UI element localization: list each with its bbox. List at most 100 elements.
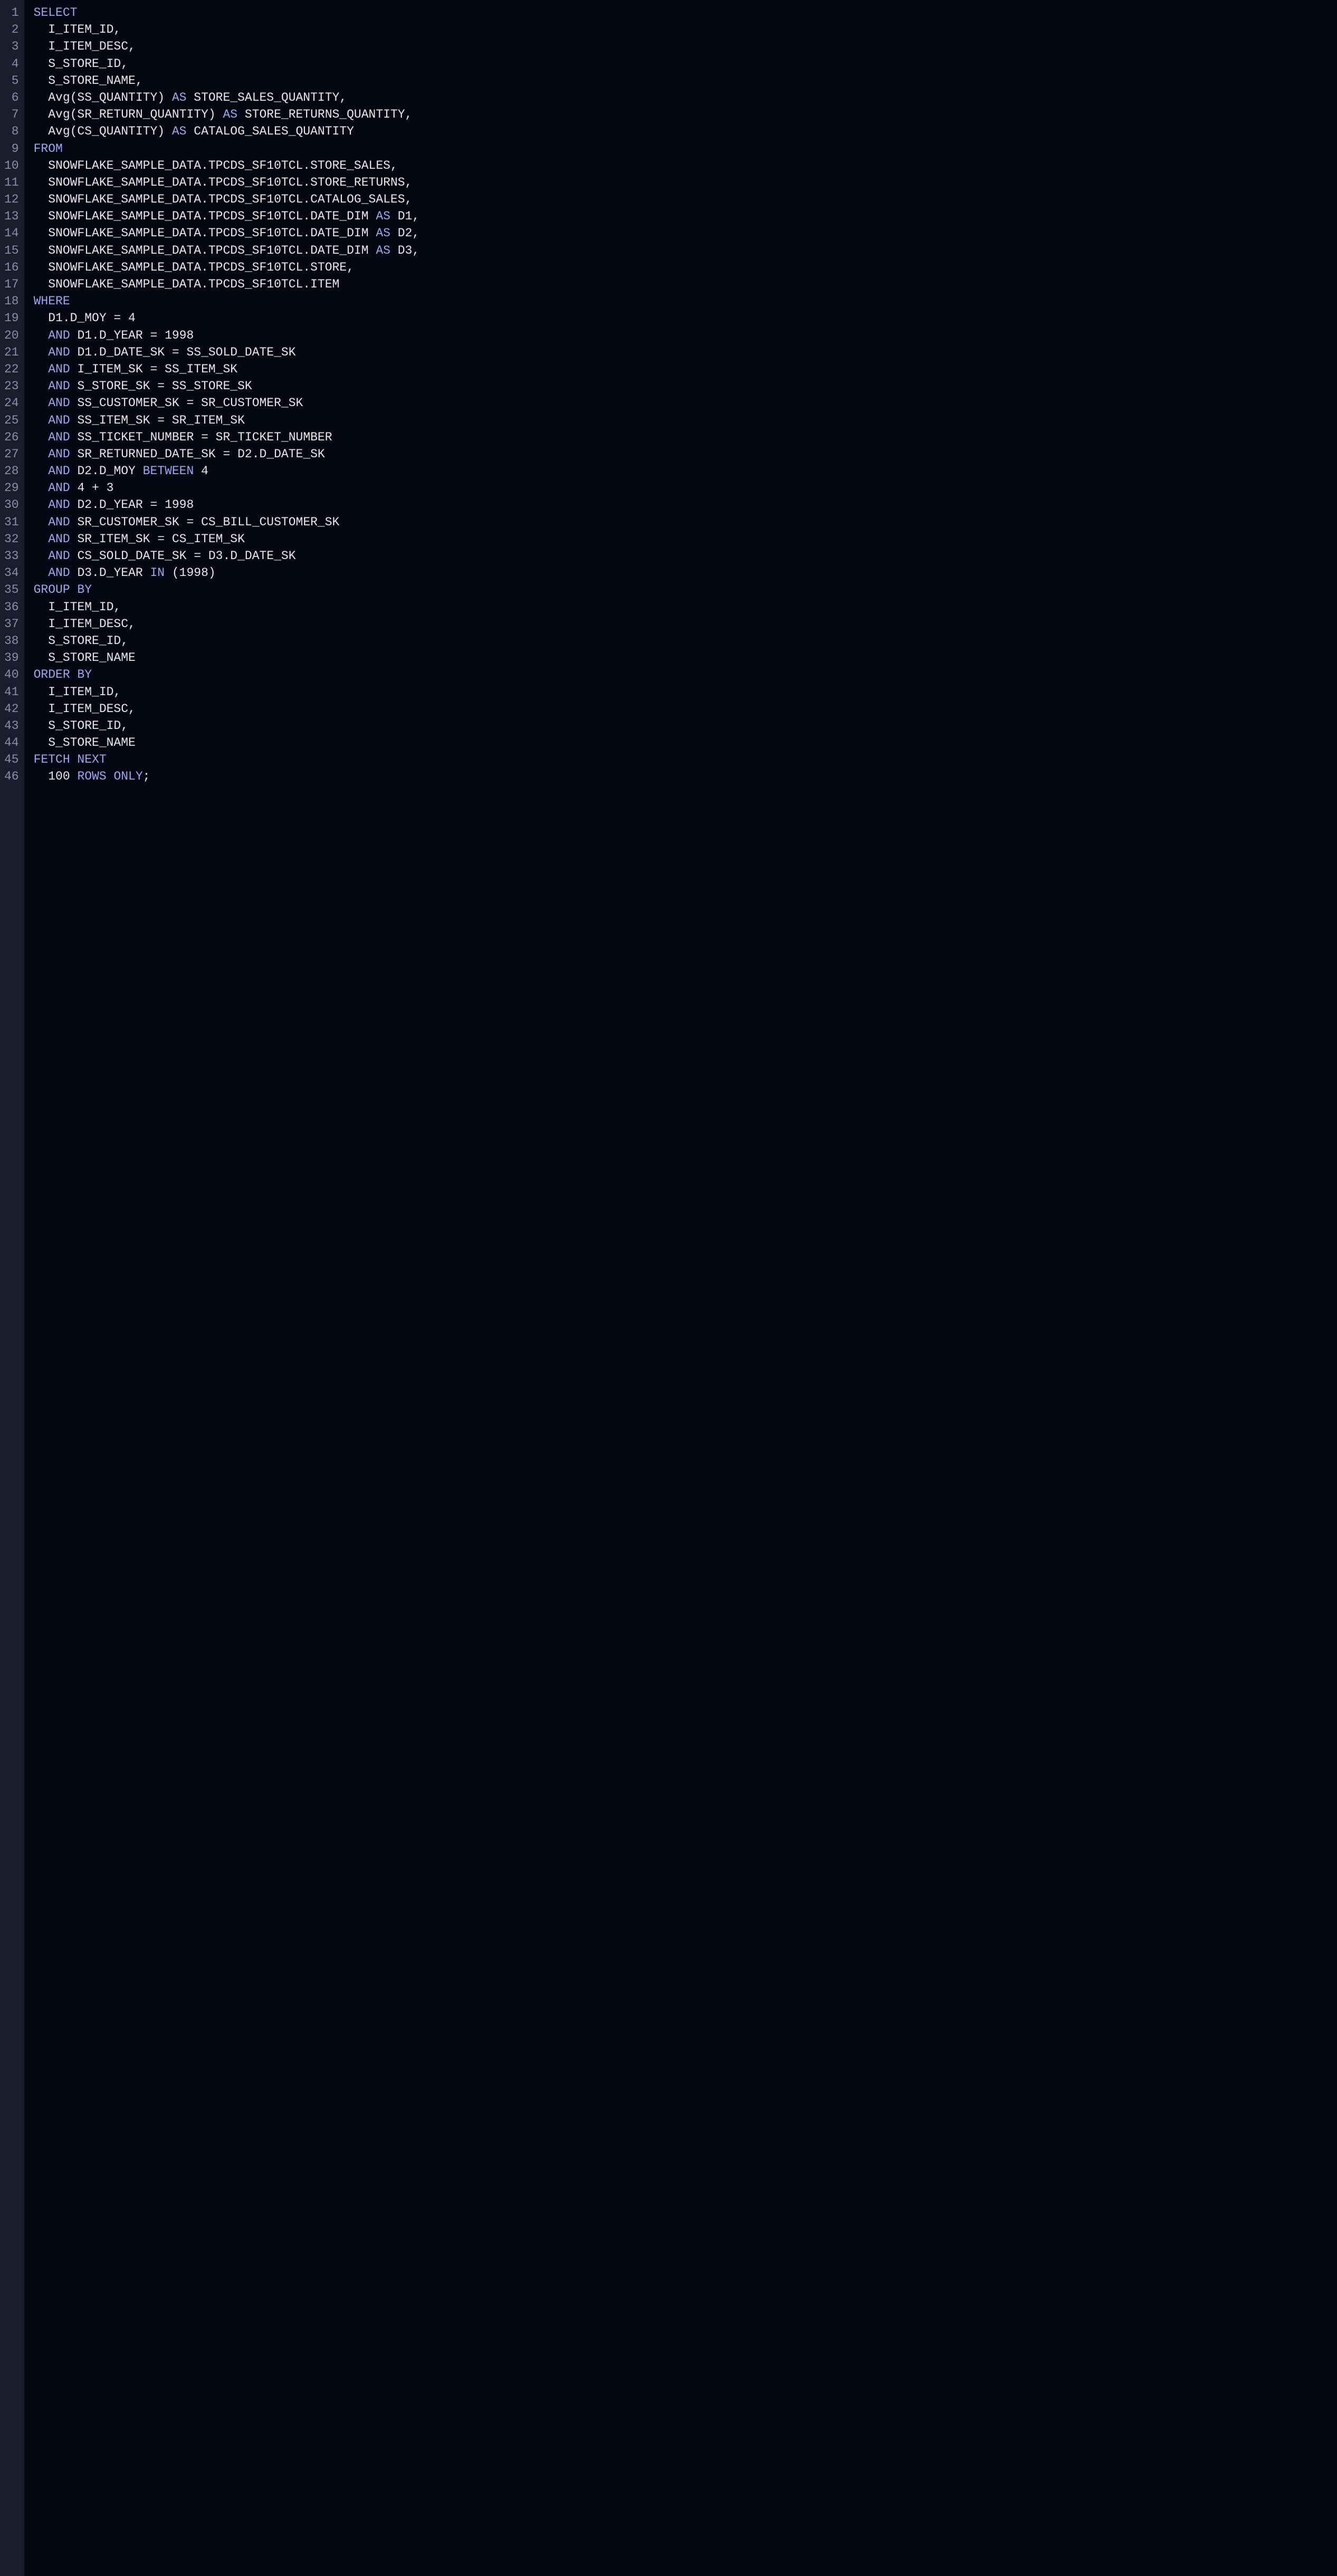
code-line[interactable]: AND D1.D_YEAR = 1998 (34, 327, 1337, 344)
line-number: 1 (4, 4, 19, 21)
code-line[interactable]: AND D1.D_DATE_SK = SS_SOLD_DATE_SK (34, 344, 1337, 361)
code-line[interactable]: AND SR_RETURNED_DATE_SK = D2.D_DATE_SK (34, 446, 1337, 463)
code-line[interactable]: SNOWFLAKE_SAMPLE_DATA.TPCDS_SF10TCL.DATE… (34, 242, 1337, 259)
line-number: 18 (4, 293, 19, 310)
code-line[interactable]: I_ITEM_DESC, (34, 616, 1337, 632)
code-line[interactable]: Avg(SS_QUANTITY) AS STORE_SALES_QUANTITY… (34, 89, 1337, 106)
code-line[interactable]: GROUP BY (34, 581, 1337, 598)
sql-keyword: AND (48, 430, 70, 444)
line-number: 26 (4, 429, 19, 446)
code-line[interactable]: AND D2.D_YEAR = 1998 (34, 496, 1337, 513)
code-line[interactable]: Avg(SR_RETURN_QUANTITY) AS STORE_RETURNS… (34, 106, 1337, 123)
sql-text: SS_CUSTOMER_SK = SR_CUSTOMER_SK (70, 396, 303, 410)
sql-text: ; (143, 770, 150, 783)
line-number: 23 (4, 378, 19, 395)
line-number: 41 (4, 684, 19, 700)
code-line[interactable]: S_STORE_ID, (34, 55, 1337, 72)
sql-keyword: AND (48, 362, 70, 376)
sql-text: (1998) (165, 566, 216, 580)
sql-keyword: AND (48, 379, 70, 393)
line-number: 13 (4, 208, 19, 225)
sql-text: SNOWFLAKE_SAMPLE_DATA.TPCDS_SF10TCL.STOR… (34, 176, 413, 189)
code-line[interactable]: AND D3.D_YEAR IN (1998) (34, 564, 1337, 581)
sql-text: SR_ITEM_SK = CS_ITEM_SK (70, 532, 245, 546)
code-line[interactable]: S_STORE_NAME (34, 649, 1337, 666)
code-line[interactable]: SNOWFLAKE_SAMPLE_DATA.TPCDS_SF10TCL.DATE… (34, 208, 1337, 225)
sql-text: S_STORE_ID, (34, 719, 128, 733)
sql-text: 4 + 3 (70, 481, 114, 495)
code-line[interactable]: AND SR_CUSTOMER_SK = CS_BILL_CUSTOMER_SK (34, 514, 1337, 531)
code-line[interactable]: D1.D_MOY = 4 (34, 310, 1337, 326)
code-line[interactable]: SNOWFLAKE_SAMPLE_DATA.TPCDS_SF10TCL.ITEM (34, 276, 1337, 293)
code-line[interactable]: FROM (34, 140, 1337, 157)
sql-keyword: AND (48, 566, 70, 580)
sql-keyword: AND (48, 345, 70, 359)
line-number: 6 (4, 89, 19, 106)
sql-text (34, 430, 49, 444)
sql-text (34, 447, 49, 461)
sql-keyword: AS (223, 108, 237, 121)
line-number: 31 (4, 514, 19, 531)
line-number: 11 (4, 174, 19, 191)
code-line[interactable]: I_ITEM_ID, (34, 599, 1337, 616)
line-number: 17 (4, 276, 19, 293)
line-number: 34 (4, 564, 19, 581)
line-number: 44 (4, 734, 19, 751)
code-line[interactable]: SNOWFLAKE_SAMPLE_DATA.TPCDS_SF10TCL.DATE… (34, 225, 1337, 242)
code-line[interactable]: S_STORE_ID, (34, 632, 1337, 649)
line-number: 8 (4, 123, 19, 140)
code-line[interactable]: I_ITEM_ID, (34, 21, 1337, 38)
code-line[interactable]: AND 4 + 3 (34, 479, 1337, 496)
code-line[interactable]: I_ITEM_ID, (34, 684, 1337, 700)
sql-text: SNOWFLAKE_SAMPLE_DATA.TPCDS_SF10TCL.DATE… (34, 226, 376, 240)
sql-keyword: FROM (34, 142, 63, 156)
line-number: 33 (4, 547, 19, 564)
code-editor-content[interactable]: SELECT I_ITEM_ID, I_ITEM_DESC, S_STORE_I… (24, 0, 1337, 2576)
code-line[interactable]: SNOWFLAKE_SAMPLE_DATA.TPCDS_SF10TCL.CATA… (34, 191, 1337, 208)
sql-text (34, 515, 49, 529)
code-line[interactable]: S_STORE_NAME (34, 734, 1337, 751)
sql-text: 4 (194, 464, 208, 478)
code-line[interactable]: AND SS_TICKET_NUMBER = SR_TICKET_NUMBER (34, 429, 1337, 446)
sql-keyword: AS (172, 91, 187, 104)
code-line[interactable]: 100 ROWS ONLY; (34, 768, 1337, 785)
code-line[interactable]: I_ITEM_DESC, (34, 38, 1337, 55)
code-line[interactable]: FETCH NEXT (34, 751, 1337, 768)
line-number: 30 (4, 496, 19, 513)
code-line[interactable]: ORDER BY (34, 666, 1337, 683)
line-number: 45 (4, 751, 19, 768)
code-line[interactable]: AND I_ITEM_SK = SS_ITEM_SK (34, 361, 1337, 378)
sql-text: SS_ITEM_SK = SR_ITEM_SK (70, 414, 245, 427)
line-number: 39 (4, 649, 19, 666)
code-line[interactable]: I_ITEM_DESC, (34, 700, 1337, 717)
code-line[interactable]: AND SS_ITEM_SK = SR_ITEM_SK (34, 412, 1337, 429)
code-line[interactable]: S_STORE_NAME, (34, 72, 1337, 89)
code-line[interactable]: AND S_STORE_SK = SS_STORE_SK (34, 378, 1337, 395)
sql-text (34, 414, 49, 427)
code-line[interactable]: AND SS_CUSTOMER_SK = SR_CUSTOMER_SK (34, 395, 1337, 411)
sql-text: CATALOG_SALES_QUANTITY (186, 124, 354, 138)
line-number: 25 (4, 412, 19, 429)
line-number: 12 (4, 191, 19, 208)
code-line[interactable]: AND D2.D_MOY BETWEEN 4 (34, 463, 1337, 479)
code-line[interactable]: WHERE (34, 293, 1337, 310)
code-line[interactable]: S_STORE_ID, (34, 717, 1337, 734)
code-line[interactable]: SNOWFLAKE_SAMPLE_DATA.TPCDS_SF10TCL.STOR… (34, 157, 1337, 174)
sql-text (34, 345, 49, 359)
code-line[interactable]: SELECT (34, 4, 1337, 21)
sql-text: I_ITEM_DESC, (34, 702, 136, 716)
sql-keyword: AND (48, 498, 70, 512)
sql-text (34, 362, 49, 376)
line-number: 14 (4, 225, 19, 242)
sql-keyword: AS (376, 244, 390, 257)
sql-text: STORE_SALES_QUANTITY, (186, 91, 347, 104)
code-line[interactable]: SNOWFLAKE_SAMPLE_DATA.TPCDS_SF10TCL.STOR… (34, 174, 1337, 191)
code-line[interactable]: SNOWFLAKE_SAMPLE_DATA.TPCDS_SF10TCL.STOR… (34, 259, 1337, 276)
sql-text: I_ITEM_ID, (34, 23, 121, 36)
line-number: 9 (4, 140, 19, 157)
sql-text (34, 566, 49, 580)
sql-text: D2, (390, 226, 419, 240)
code-line[interactable]: AND CS_SOLD_DATE_SK = D3.D_DATE_SK (34, 547, 1337, 564)
code-line[interactable]: Avg(CS_QUANTITY) AS CATALOG_SALES_QUANTI… (34, 123, 1337, 140)
code-line[interactable]: AND SR_ITEM_SK = CS_ITEM_SK (34, 531, 1337, 547)
